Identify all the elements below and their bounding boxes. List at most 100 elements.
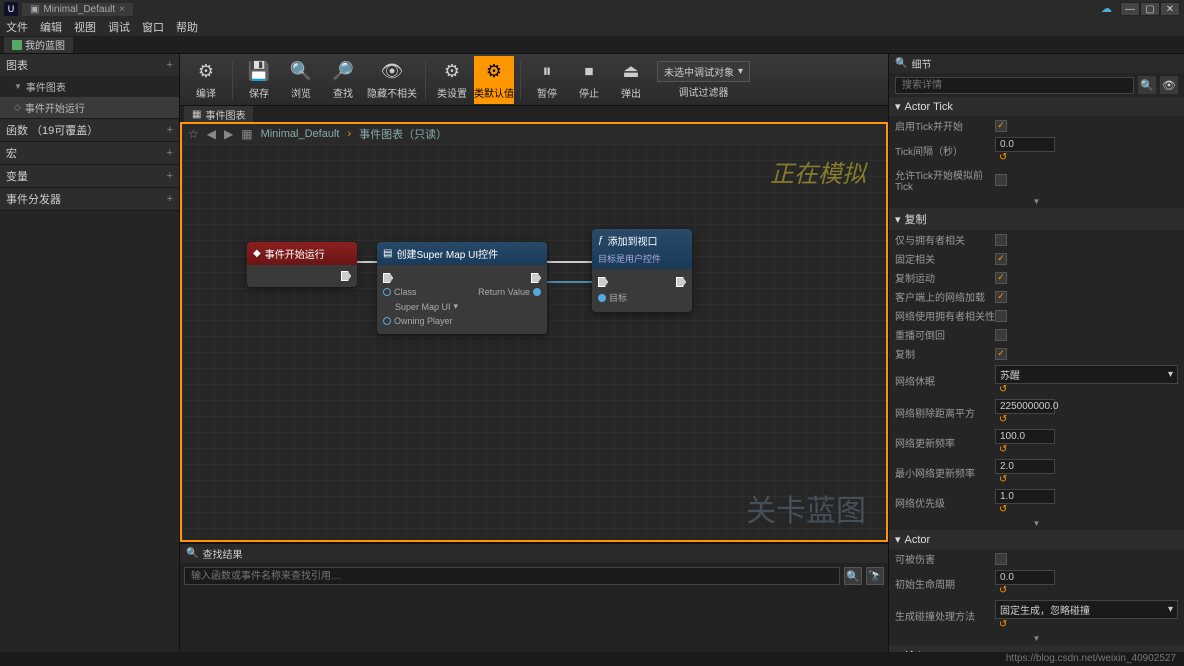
debug-target-dropdown[interactable]: 未选中调试对象 ▾ xyxy=(657,61,750,82)
chevron-down-icon[interactable]: ▾ xyxy=(454,301,459,312)
owning-player-pin[interactable] xyxy=(383,317,391,325)
cloud-icon[interactable]: ☁ xyxy=(1101,2,1112,16)
sidebar-section-macros[interactable]: 宏 + xyxy=(0,142,179,164)
expand-arrow-icon[interactable]: ▼ xyxy=(889,195,1184,208)
find-button[interactable]: 🔎 查找 xyxy=(323,56,363,104)
grid-icon[interactable]: ▦ xyxy=(241,127,252,141)
reset-icon[interactable]: ↺ xyxy=(999,152,1007,163)
dropdown[interactable]: 苏醒▾ xyxy=(995,365,1178,384)
event-graph-tab[interactable]: ▦ 事件图表 xyxy=(184,106,253,122)
checkbox[interactable] xyxy=(995,553,1007,565)
reset-icon[interactable]: ↺ xyxy=(999,384,1007,395)
sidebar-section-variables[interactable]: 变量 + xyxy=(0,165,179,187)
browse-button[interactable]: 🔍 浏览 xyxy=(281,56,321,104)
number-input[interactable]: 0.0 xyxy=(995,570,1055,585)
class-settings-button[interactable]: ⚙ 类设置 xyxy=(432,56,472,104)
section-input[interactable]: ▾输入 xyxy=(889,645,1184,652)
my-blueprint-tab[interactable]: 我的蓝图 xyxy=(4,37,73,53)
target-pin[interactable] xyxy=(598,294,606,302)
sidebar-section-functions[interactable]: 函数 （19可覆盖） + xyxy=(0,119,179,141)
menu-debug[interactable]: 调试 xyxy=(108,19,130,35)
reset-icon[interactable]: ↺ xyxy=(999,474,1007,485)
breadcrumb-root[interactable]: Minimal_Default xyxy=(261,128,340,140)
checkbox[interactable]: ✓ xyxy=(995,291,1007,303)
sidebar-item-begin-play[interactable]: ◇ 事件开始运行 xyxy=(0,97,179,118)
checkbox[interactable] xyxy=(995,329,1007,341)
find-search-button[interactable]: 🔍 xyxy=(844,567,862,585)
number-input[interactable]: 2.0 xyxy=(995,459,1055,474)
titlebar: U ▣ Minimal_Default × ☁ — ▢ ✕ xyxy=(0,0,1184,18)
section-actor[interactable]: ▾Actor xyxy=(889,530,1184,549)
checkbox[interactable]: ✓ xyxy=(995,253,1007,265)
return-pin[interactable] xyxy=(533,288,541,296)
reset-icon[interactable]: ↺ xyxy=(999,444,1007,455)
number-input[interactable]: 225000000.0 xyxy=(995,399,1055,414)
sidebar-section-graphs[interactable]: 图表 + xyxy=(0,54,179,76)
node-create-widget[interactable]: ▤ 创建Super Map UI控件 Class Return Value Su… xyxy=(377,242,547,334)
sidebar-item-event-graph[interactable]: ▼ 事件图表 xyxy=(0,76,179,97)
checkbox[interactable] xyxy=(995,234,1007,246)
forward-arrow-icon[interactable]: ▶ xyxy=(224,127,233,141)
hide-unrelated-button[interactable]: 👁 隐藏不相关 xyxy=(365,56,419,104)
plus-icon[interactable]: + xyxy=(167,193,173,205)
number-input[interactable]: 0.0 xyxy=(995,137,1055,152)
window-maximize-button[interactable]: ▢ xyxy=(1140,2,1160,16)
sidebar-section-dispatchers[interactable]: 事件分发器 + xyxy=(0,188,179,210)
checkbox[interactable]: ✓ xyxy=(995,120,1007,132)
menu-help[interactable]: 帮助 xyxy=(176,19,198,35)
plus-icon[interactable]: + xyxy=(167,124,173,136)
section-replication[interactable]: ▾复制 xyxy=(889,208,1184,230)
exec-in-pin[interactable] xyxy=(598,277,608,287)
details-search-button[interactable]: 🔍 xyxy=(1138,76,1156,94)
expand-arrow-icon[interactable]: ▼ xyxy=(889,517,1184,530)
window-close-button[interactable]: ✕ xyxy=(1160,2,1180,16)
exec-out-pin[interactable] xyxy=(341,271,351,281)
menu-edit[interactable]: 编辑 xyxy=(40,19,62,35)
details-header[interactable]: 🔍 细节 xyxy=(889,54,1184,73)
back-arrow-icon[interactable]: ◀ xyxy=(207,127,216,141)
dropdown[interactable]: 固定生成，忽略碰撞▾ xyxy=(995,600,1178,619)
checkbox[interactable] xyxy=(995,174,1007,186)
node-add-viewport[interactable]: ƒ 添加到视口 目标是用户控件 目标 xyxy=(592,229,692,312)
checkbox[interactable]: ✓ xyxy=(995,348,1007,360)
pause-button[interactable]: ⏸ 暂停 xyxy=(527,56,567,104)
plus-icon[interactable]: + xyxy=(167,147,173,159)
class-defaults-button[interactable]: ⚙ 类默认值 xyxy=(474,56,514,104)
find-input[interactable] xyxy=(184,567,840,585)
class-pin[interactable] xyxy=(383,288,391,296)
exec-out-pin[interactable] xyxy=(531,273,541,283)
menu-file[interactable]: 文件 xyxy=(6,19,28,35)
star-icon[interactable]: ☆ xyxy=(188,127,199,141)
exec-in-pin[interactable] xyxy=(383,273,393,283)
stop-button[interactable]: ⏹ 停止 xyxy=(569,56,609,104)
close-icon[interactable]: × xyxy=(119,4,125,15)
find-results-header[interactable]: 🔍 查找结果 xyxy=(180,544,888,563)
plus-icon[interactable]: + xyxy=(167,59,173,71)
graph-canvas[interactable]: 正在模拟 关卡蓝图 ◆ 事件开始运行 ▤ xyxy=(180,144,888,542)
number-input[interactable]: 100.0 xyxy=(995,429,1055,444)
compile-button[interactable]: ⚙ 编译 xyxy=(186,56,226,104)
title-tab[interactable]: ▣ Minimal_Default × xyxy=(22,3,133,16)
details-search-input[interactable] xyxy=(895,77,1134,94)
menu-window[interactable]: 窗口 xyxy=(142,19,164,35)
menu-view[interactable]: 视图 xyxy=(74,19,96,35)
window-minimize-button[interactable]: — xyxy=(1120,2,1140,16)
details-eye-button[interactable]: 👁 xyxy=(1160,76,1178,94)
exec-out-pin[interactable] xyxy=(676,277,686,287)
node-event-beginplay[interactable]: ◆ 事件开始运行 xyxy=(247,242,357,287)
checkbox[interactable] xyxy=(995,310,1007,322)
expand-arrow-icon[interactable]: ▼ xyxy=(889,632,1184,645)
reset-icon[interactable]: ↺ xyxy=(999,414,1007,425)
eject-button[interactable]: ⏏ 弹出 xyxy=(611,56,651,104)
breadcrumb-sub[interactable]: 事件图表（只读） xyxy=(359,126,447,142)
reset-icon[interactable]: ↺ xyxy=(999,585,1007,596)
plus-icon[interactable]: + xyxy=(167,170,173,182)
find-binoculars-button[interactable]: 🔭 xyxy=(866,567,884,585)
save-button[interactable]: 💾 保存 xyxy=(239,56,279,104)
reset-icon[interactable]: ↺ xyxy=(999,619,1007,630)
section-actor-tick[interactable]: ▾Actor Tick xyxy=(889,97,1184,116)
reset-icon[interactable]: ↺ xyxy=(999,504,1007,515)
checkbox[interactable]: ✓ xyxy=(995,272,1007,284)
number-input[interactable]: 1.0 xyxy=(995,489,1055,504)
property-label: Tick间隔（秒） xyxy=(895,143,995,158)
